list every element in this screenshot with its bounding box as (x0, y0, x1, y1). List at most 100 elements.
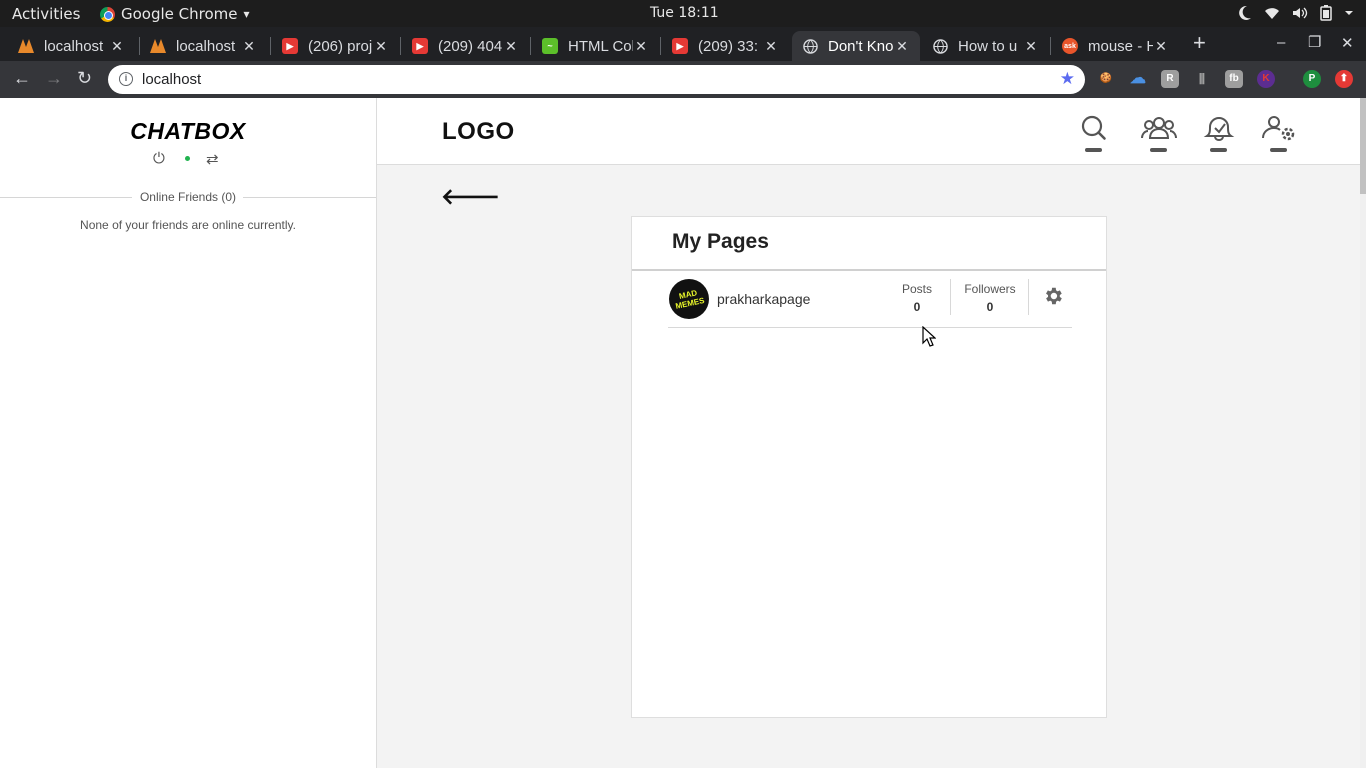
icon-underline (1150, 148, 1167, 152)
tab-separator (1050, 37, 1051, 55)
forward-button[interactable]: → (45, 68, 63, 89)
tab-close-icon[interactable]: ✕ (894, 38, 910, 55)
followers-count: 0 (986, 300, 994, 314)
followers-stat: Followers 0 (960, 282, 1020, 314)
gear-icon[interactable] (1042, 285, 1064, 307)
tab-separator (400, 37, 401, 55)
swap-icon[interactable]: ⇄ (206, 150, 219, 168)
cloud-extension-icon[interactable]: ☁ (1129, 70, 1147, 88)
icon-underline (1210, 148, 1227, 152)
tab-title: (209) 404: (438, 37, 503, 55)
bars-extension-icon[interactable]: ⦀ (1193, 70, 1211, 88)
settings-users-icon[interactable] (1261, 114, 1297, 152)
back-button[interactable]: ← (13, 68, 31, 89)
friends-icon[interactable] (1141, 114, 1177, 152)
tab-close-icon[interactable]: ✕ (503, 38, 519, 55)
profile-avatar-icon[interactable]: P (1303, 70, 1321, 88)
chatbox-title: CHATBOX (130, 118, 246, 144)
cookie-extension-icon[interactable]: 🍪 (1097, 70, 1115, 88)
globe-icon (802, 38, 818, 54)
tab-dont-know-active[interactable]: Don't Kno ✕ (792, 31, 920, 61)
tab-close-icon[interactable]: ✕ (373, 38, 389, 55)
app-name: Google Chrome (121, 5, 238, 23)
tab-title: HTML Col (568, 37, 633, 55)
volume-icon (1293, 7, 1308, 19)
tab-strip: localhost ✕ localhost ✕ ▶ (206) proj ✕ ▶… (0, 27, 1366, 61)
online-friends-header: Online Friends (0) (0, 190, 376, 206)
close-window-button[interactable]: ✕ (1341, 34, 1354, 52)
site-info-icon[interactable]: i (119, 72, 133, 86)
page-list-item[interactable]: MAD MEMES prakharkapage Posts 0 Follower… (668, 277, 1072, 328)
system-tray[interactable] (1238, 5, 1354, 21)
battery-icon (1320, 5, 1332, 21)
update-extension-icon[interactable]: ⬆ (1335, 70, 1353, 88)
online-status-dot (185, 156, 190, 161)
scrollbar-thumb[interactable] (1360, 98, 1366, 194)
tab-separator (270, 37, 271, 55)
tab-title: How to u (958, 37, 1018, 55)
tab-youtube-209-33[interactable]: ▶ (209) 33: H ✕ (662, 31, 789, 61)
tab-close-icon[interactable]: ✕ (1023, 38, 1039, 55)
activities-button[interactable]: Activities (12, 5, 80, 23)
page-scrollbar[interactable] (1360, 98, 1366, 768)
tab-close-icon[interactable]: ✕ (633, 38, 649, 55)
ask-icon: ask (1062, 38, 1078, 54)
followers-label: Followers (964, 282, 1016, 296)
url-text[interactable]: localhost (142, 71, 201, 88)
tab-youtube-206[interactable]: ▶ (206) proj ✕ (272, 31, 399, 61)
fb-extension-icon[interactable]: fb (1225, 70, 1243, 88)
tab-close-icon[interactable]: ✕ (241, 38, 257, 55)
triangle-tents-icon (18, 38, 34, 54)
back-arrow-icon[interactable]: 🡐 (441, 184, 500, 210)
mouse-cursor-icon (922, 326, 936, 347)
chat-sidebar: CHATBOX ⏻ ⇄ Online Friends (0) None of y… (0, 98, 377, 768)
tab-close-icon[interactable]: ✕ (1153, 38, 1169, 55)
avatar-text: MAD MEMES (674, 288, 706, 311)
tab-title: localhost (176, 37, 236, 55)
youtube-icon: ▶ (672, 38, 688, 54)
power-icon[interactable]: ⏻ (153, 150, 165, 167)
notifications-icon[interactable] (1201, 114, 1237, 152)
maximize-button[interactable]: ❐ (1308, 33, 1321, 51)
posts-count: 0 (913, 300, 921, 314)
tab-close-icon[interactable]: ✕ (763, 38, 779, 55)
divider (632, 269, 1106, 271)
no-friends-online-message: None of your friends are online currentl… (80, 218, 296, 232)
reload-button[interactable]: ↻ (77, 68, 92, 89)
chevron-down-icon (1345, 11, 1353, 15)
tab-title: localhost (44, 37, 104, 55)
tab-close-icon[interactable]: ✕ (109, 38, 125, 55)
page-viewport: CHATBOX ⏻ ⇄ Online Friends (0) None of y… (0, 98, 1366, 768)
bookmark-star-icon[interactable]: ★ (1060, 69, 1075, 89)
my-pages-title: My Pages (672, 230, 769, 253)
tab-title: Don't Kno (828, 37, 894, 55)
tab-localhost-1[interactable]: localhost ✕ (8, 31, 135, 61)
app-menu[interactable]: Google Chrome ▾ (100, 5, 250, 23)
search-icon[interactable] (1076, 114, 1112, 152)
icon-underline (1085, 148, 1102, 152)
tab-title: (209) 33: H (698, 37, 763, 55)
divider (1028, 279, 1029, 315)
tab-separator (530, 37, 531, 55)
site-logo[interactable]: LOGO (442, 118, 515, 146)
os-top-bar: Activities Google Chrome ▾ Tue 18:11 (0, 0, 1366, 27)
tab-youtube-209-404[interactable]: ▶ (209) 404: ✕ (402, 31, 529, 61)
page-name-link[interactable]: prakharkapage (717, 291, 810, 307)
page-avatar[interactable]: MAD MEMES (669, 279, 709, 319)
divider (243, 197, 376, 198)
youtube-icon: ▶ (412, 38, 428, 54)
r-extension-icon[interactable]: R (1161, 70, 1179, 88)
app-menu-arrow-icon: ▾ (243, 7, 250, 21)
tab-mouse-ask[interactable]: ask mouse - H ✕ (1052, 31, 1179, 61)
k-extension-icon[interactable]: K (1257, 70, 1275, 88)
tab-html-color[interactable]: ~ HTML Col ✕ (532, 31, 659, 61)
clock[interactable]: Tue 18:11 (650, 5, 719, 21)
address-bar[interactable]: i localhost ★ (108, 65, 1085, 94)
html-color-icon: ~ (542, 38, 558, 54)
tab-localhost-2[interactable]: localhost ✕ (140, 31, 267, 61)
my-pages-card: My Pages MAD MEMES prakharkapage Posts 0… (631, 216, 1107, 718)
new-tab-button[interactable]: + (1193, 30, 1206, 56)
posts-label: Posts (901, 282, 932, 296)
minimize-button[interactable]: – (1277, 34, 1285, 51)
tab-how-to[interactable]: How to u ✕ (922, 31, 1049, 61)
